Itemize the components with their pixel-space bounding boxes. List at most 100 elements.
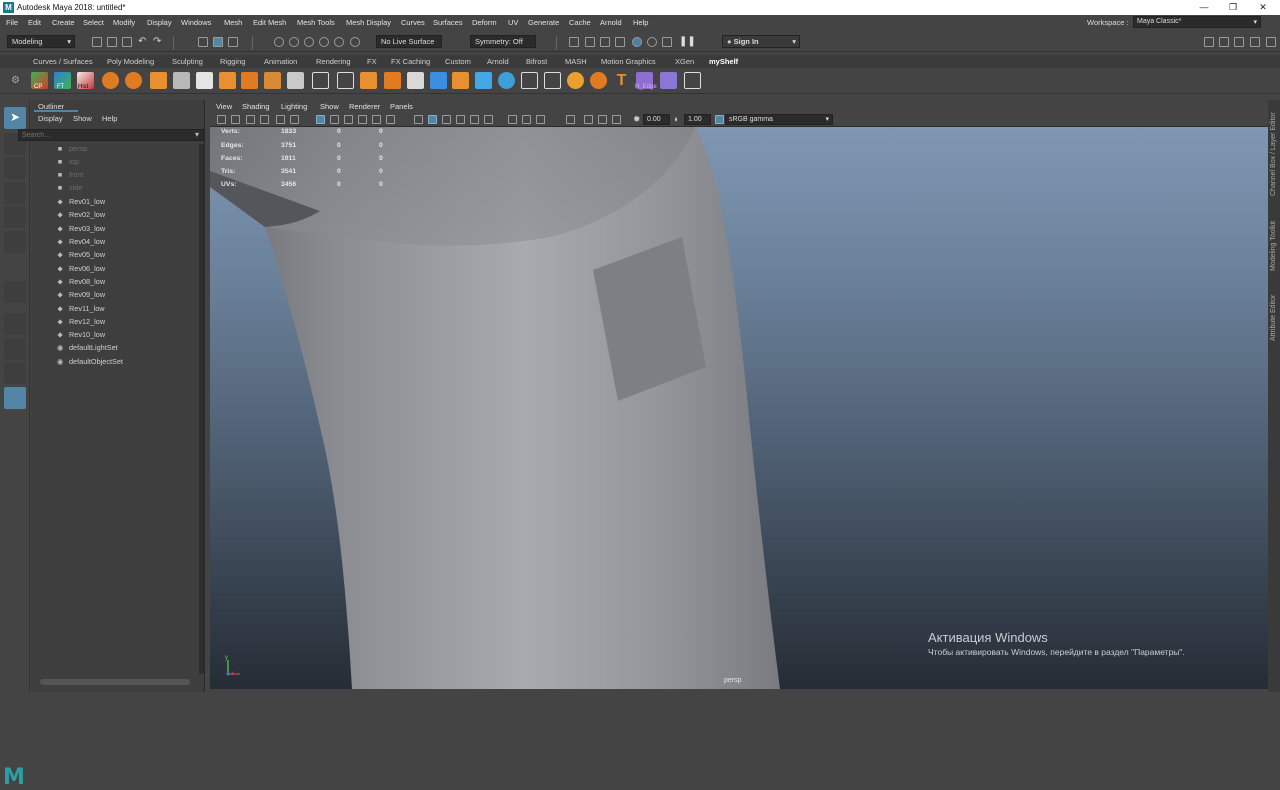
outliner-item-set[interactable]: ◉ defaultObjectSet (55, 356, 123, 368)
menu-deform[interactable]: Deform (472, 18, 497, 27)
quad-draw-shelf-button[interactable] (337, 72, 354, 89)
snap-grid-icon[interactable] (274, 37, 284, 47)
pause-icon[interactable]: ❚❚ (679, 36, 696, 47)
xray-icon[interactable] (584, 115, 593, 124)
gamma-field[interactable]: 1.00 (684, 114, 711, 125)
color-space-select[interactable]: sRGB gamma ▾ (725, 114, 833, 125)
image-plane-icon[interactable] (260, 115, 269, 124)
outliner-item-mesh[interactable]: ⬥ Rev06_low (55, 263, 105, 275)
menu-windows[interactable]: Windows (181, 18, 211, 27)
paint-select-tool-icon[interactable] (4, 157, 26, 179)
grid-shelf-button[interactable] (312, 72, 329, 89)
shelf-tab-bifrost[interactable]: Bifrost (526, 57, 547, 66)
shelf-tab-custom[interactable]: Custom (445, 57, 471, 66)
smooth-shelf-button[interactable] (360, 72, 377, 89)
history-shelf-button[interactable]: Hist (77, 72, 94, 90)
outliner-item-mesh[interactable]: ⬥ Rev08_low (55, 276, 105, 288)
menu-select[interactable]: Select (83, 18, 104, 27)
bookmark-icon[interactable] (246, 115, 255, 124)
render-view-icon[interactable] (632, 37, 642, 47)
outliner-item-mesh[interactable]: ⬥ Rev12_low (55, 316, 105, 328)
outliner-item-mesh[interactable]: ⬥ Rev01_low (55, 196, 105, 208)
torus-shelf-button[interactable] (125, 72, 142, 89)
shelf-tab-xgen[interactable]: XGen (675, 57, 694, 66)
workspace-select[interactable]: Maya Classic* ▾ (1133, 16, 1261, 28)
rivet-shelf-button[interactable] (498, 72, 515, 89)
select-hierarchy-icon[interactable] (198, 37, 208, 47)
menu-help[interactable]: Help (633, 18, 648, 27)
outliner-search-input[interactable] (18, 129, 204, 141)
modeling-toolkit-icon[interactable] (1204, 37, 1214, 47)
outliner-layout-icon[interactable] (4, 387, 26, 409)
mirror-shelf-button[interactable] (384, 72, 401, 89)
mode-select[interactable]: Modeling ▾ (7, 35, 75, 48)
resolution-gate-icon[interactable] (344, 115, 353, 124)
layer-editor-icon[interactable] (1266, 37, 1276, 47)
outliner-item-mesh[interactable]: ⬥ Rev04_low (55, 236, 105, 248)
snap-curve-icon[interactable] (289, 37, 299, 47)
sign-in-button[interactable]: ● Sign In ▾ (722, 35, 800, 48)
select-tool-icon[interactable]: ➤ (4, 107, 26, 129)
outliner-horizontal-scrollbar[interactable] (40, 679, 190, 685)
outliner-item-set[interactable]: ◉ defaultLightSet (55, 342, 118, 354)
viewport-menu-renderer[interactable]: Renderer (349, 102, 380, 111)
ambient-occlusion-icon[interactable] (508, 115, 517, 124)
shelf-options-gear-icon[interactable]: ⚙ (11, 75, 20, 86)
outliner-item-side[interactable]: ■ side (55, 182, 83, 194)
render-settings-icon[interactable] (600, 37, 610, 47)
show-manipulator-icon[interactable] (4, 281, 26, 303)
shelf-tab-mash[interactable]: MASH (565, 57, 587, 66)
select-camera-icon[interactable] (217, 115, 226, 124)
extrude-shelf-button[interactable] (196, 72, 213, 89)
live-surface-field[interactable]: No Live Surface (376, 35, 442, 48)
xray-joints-icon[interactable] (598, 115, 607, 124)
viewport-menu-shading[interactable]: Shading (242, 102, 270, 111)
perspective-viewport[interactable]: Verts: 1833 0 0 Edges: 3751 0 0 Faces: 1… (210, 127, 1268, 689)
shelf-tab-animation[interactable]: Animation (264, 57, 297, 66)
wireframe-icon[interactable] (414, 115, 423, 124)
graph-shelf-button[interactable] (475, 72, 492, 89)
side-tab-attribute-editor[interactable]: Attribute Editor (1270, 295, 1277, 341)
gate-mask-icon[interactable] (358, 115, 367, 124)
save-scene-icon[interactable] (122, 37, 132, 47)
viewport-menu-lighting[interactable]: Lighting (281, 102, 307, 111)
outliner-item-top[interactable]: ■ top (55, 156, 79, 168)
menu-modify[interactable]: Modify (113, 18, 135, 27)
tool-settings-icon[interactable] (1234, 37, 1244, 47)
menu-arnold[interactable]: Arnold (600, 18, 622, 27)
field-chart-icon[interactable] (372, 115, 381, 124)
cube-shelf-button[interactable] (219, 72, 236, 89)
shelf-tab-motion-graphics[interactable]: Motion Graphics (601, 57, 656, 66)
symmetry-select[interactable]: Symmetry: Off (470, 35, 536, 48)
redo-icon[interactable]: ↷ (153, 36, 161, 47)
anti-aliasing-icon[interactable] (536, 115, 545, 124)
menu-mesh-display[interactable]: Mesh Display (346, 18, 391, 27)
uv-editor-shelf-button[interactable] (430, 72, 447, 89)
four-view-layout-icon[interactable] (4, 338, 26, 360)
viewport-menu-panels[interactable]: Panels (390, 102, 413, 111)
shelf-tab-fx-caching[interactable]: FX Caching (391, 57, 430, 66)
ipr-render-icon[interactable] (585, 37, 595, 47)
single-perspective-layout-icon[interactable] (4, 313, 26, 335)
minimize-button[interactable]: — (1194, 2, 1214, 12)
outliner-item-mesh[interactable]: ⬥ Rev05_low (55, 249, 105, 261)
shelf-tab-fx[interactable]: FX (367, 57, 377, 66)
render-current-icon[interactable] (569, 37, 579, 47)
close-button[interactable]: ✕ (1253, 2, 1273, 13)
menu-edit[interactable]: Edit (28, 18, 41, 27)
menu-surfaces[interactable]: Surfaces (433, 18, 463, 27)
shelf-tab-sculpting[interactable]: Sculpting (172, 57, 203, 66)
two-d-pan-zoom-icon[interactable] (276, 115, 285, 124)
safe-action-icon[interactable] (386, 115, 395, 124)
move-tool-icon[interactable] (4, 182, 26, 204)
isolate-select-icon[interactable] (566, 115, 575, 124)
shadows-icon[interactable] (484, 115, 493, 124)
side-tab-modeling-toolkit[interactable]: Modeling Toolkit (1270, 221, 1277, 271)
viewport-menu-show[interactable]: Show (320, 102, 339, 111)
chevron-down-icon[interactable]: ▾ (195, 130, 199, 139)
outliner-item-mesh[interactable]: ⬥ Rev10_low (55, 329, 105, 341)
shelf-tab-rigging[interactable]: Rigging (220, 57, 245, 66)
multi-cut-shelf-button[interactable] (150, 72, 167, 89)
menu-create[interactable]: Create (52, 18, 75, 27)
pencil-shelf-button[interactable] (521, 72, 538, 89)
